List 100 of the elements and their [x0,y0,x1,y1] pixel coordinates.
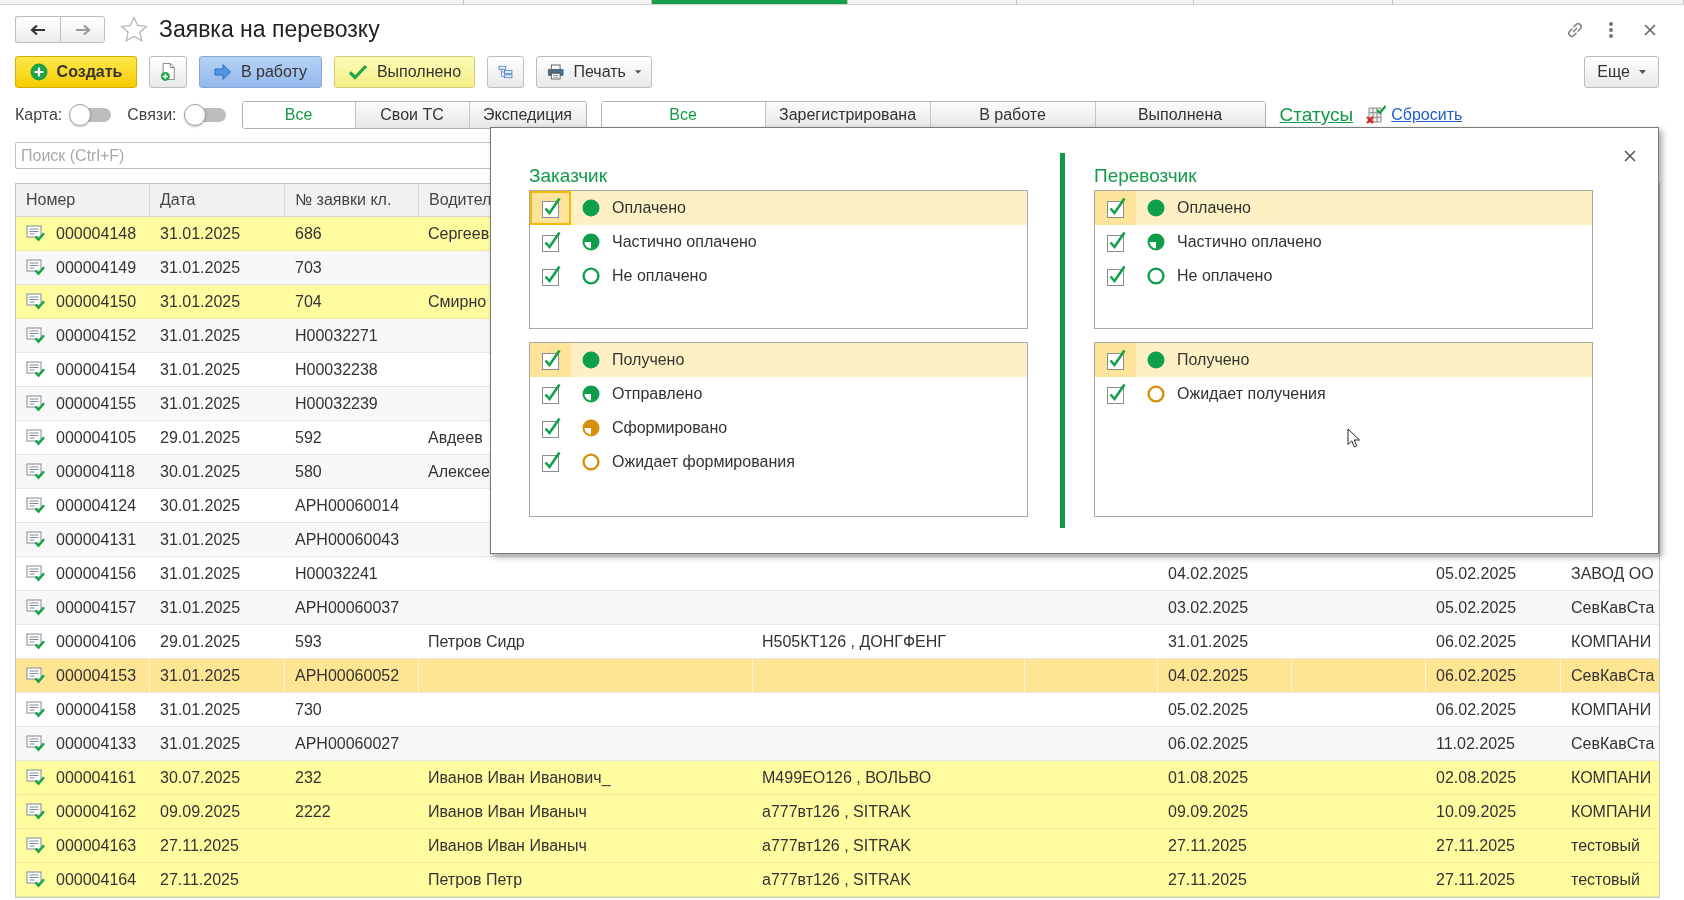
document-check-icon [26,395,45,412]
create-button[interactable]: Создать [15,56,137,88]
checkbox[interactable] [1104,383,1127,405]
window-title: Заявка на перевозку [159,16,380,43]
done-button[interactable]: Выполнено [334,56,475,88]
to-work-button[interactable]: В работу [199,56,322,88]
structure-button[interactable] [487,56,524,88]
table-row[interactable]: 000004163 27.11.2025 Иванов Иван Иваныч а777вт126 , SITRAK 27.11.2025 27.11.2025 тестовый [16,829,1659,863]
checkbox[interactable] [1104,231,1127,253]
toggle-switch[interactable] [183,104,226,126]
column-header[interactable]: Номер [26,191,76,209]
status-label: Частично оплачено [612,233,757,251]
back-button[interactable] [15,16,60,43]
close-icon[interactable] [1624,150,1636,162]
checkbox[interactable] [1104,265,1127,287]
table-row[interactable]: 000004162 09.09.2025 2222 Иванов Иван Иваныч а777вт126 , SITRAK 09.09.2025 10.09.2025 КОМПАНИ [16,795,1659,829]
filter-tab[interactable]: Выполнена [1094,102,1265,128]
more-icon[interactable] [1608,20,1614,39]
table-cell: 580 [295,462,322,481]
status-label: Получено [1177,351,1250,369]
table-cell: 31.01.2025 [1168,632,1249,651]
checkbox[interactable] [539,265,562,287]
document-check-icon [26,361,45,378]
checkbox[interactable] [1104,197,1127,219]
list-item[interactable]: Частично оплачено [1095,225,1592,259]
list-item[interactable]: Частично оплачено [530,225,1027,259]
table-cell: 31.01.2025 [160,700,241,719]
table-row[interactable]: 000004164 27.11.2025 Петров Петр а777вт126 , SITRAK 27.11.2025 27.11.2025 тестовый [16,863,1659,897]
table-cell: 000004152 [56,326,137,345]
filter-tab[interactable]: Экспедиция [468,102,586,128]
star-icon[interactable] [120,16,148,43]
document-check-icon [26,497,45,514]
print-button[interactable]: Печать [536,56,652,88]
table-cell: 30.07.2025 [160,768,241,787]
checkbox[interactable] [539,349,562,371]
list-item[interactable]: Сформировано [530,411,1027,445]
checkbox[interactable] [539,383,562,405]
column-header[interactable]: Водител [429,191,492,209]
close-icon[interactable] [1644,23,1656,36]
table-cell: 000004124 [56,496,137,515]
table-cell: 000004106 [56,632,137,651]
table-cell: 000004148 [56,224,137,243]
list-item[interactable]: Получено [530,343,1027,377]
table-cell: Н00032271 [295,326,378,345]
list-item[interactable]: Получено [1095,343,1592,377]
table-cell: тестовый [1571,870,1641,889]
table-cell: 704 [295,292,322,311]
statuses-link[interactable]: Статусы [1279,104,1354,126]
grid-reset-icon[interactable] [1366,105,1387,125]
table-cell: 31.01.2025 [160,224,241,243]
table-row[interactable]: 000004161 30.07.2025 232 Иванов Иван Иванович_ М499ЕО126 , ВОЛЬВО 01.08.2025 02.08.2025 КОМПАНИ [16,761,1659,795]
list-item[interactable]: Не оплачено [530,259,1027,293]
document-check-icon [26,429,45,446]
printer-icon [547,63,565,81]
checkbox[interactable] [539,231,562,253]
add-document-button[interactable] [149,56,187,88]
checkbox[interactable] [1104,349,1127,371]
table-cell: ЗАВОД ОО [1571,564,1654,583]
status-label: Получено [612,351,685,369]
document-check-icon [26,565,45,582]
section-title: Перевозчик [1094,165,1197,187]
checkbox[interactable] [539,451,562,473]
table-cell: 000004105 [56,428,137,447]
table-cell: 31.01.2025 [160,258,241,277]
list-item[interactable]: Ожидает формирования [530,445,1027,479]
checkbox[interactable] [539,197,562,219]
status-label: Оплачено [1177,199,1251,217]
table-cell: 05.02.2025 [1168,700,1249,719]
reset-link[interactable]: Сбросить [1391,106,1463,124]
more-button[interactable]: Еще [1584,56,1659,88]
status-label: Ожидает получения [1177,385,1326,403]
table-row[interactable]: 000004133 31.01.2025 АРН00060027 06.02.2025 11.02.2025 СевКавСта [16,727,1659,761]
list-item[interactable]: Ожидает получения [1095,377,1592,411]
table-cell: 31.01.2025 [160,292,241,311]
filter-tab[interactable]: Зарегистрирована [764,102,930,128]
table-cell: КОМПАНИ [1571,700,1652,719]
list-item[interactable]: Оплачено [1095,191,1592,225]
filter-tab[interactable]: В работе [929,102,1095,128]
table-cell: 686 [295,224,322,243]
table-cell: 000004154 [56,360,137,379]
caret-icon [1638,70,1646,74]
document-check-icon [26,327,45,344]
table-cell: АРН00060037 [295,598,400,617]
toggle-switch[interactable] [69,104,112,126]
table-cell: 10.09.2025 [1436,802,1517,821]
filter-tab[interactable]: Свои ТС [354,102,469,128]
list-item[interactable]: Не оплачено [1095,259,1592,293]
table-cell: а777вт126 , SITRAK [762,802,911,821]
table-row[interactable]: 000004157 31.01.2025 АРН00060037 03.02.2025 05.02.2025 СевКавСта [16,591,1659,625]
list-item[interactable]: Отправлено [530,377,1027,411]
table-cell: 31.01.2025 [160,394,241,413]
checkbox[interactable] [539,417,562,439]
table-cell: 29.01.2025 [160,428,241,447]
caret-icon [634,70,641,74]
column-header[interactable]: Дата [160,191,196,209]
table-cell: 30.01.2025 [160,496,241,515]
column-header[interactable]: № заявки кл. [295,191,392,209]
table-cell: 11.02.2025 [1436,734,1515,753]
list-item[interactable]: Оплачено [530,191,1027,225]
table-row[interactable]: 000004153 31.01.2025 АРН00060052 04.02.2025 06.02.2025 СевКавСта [16,659,1659,693]
